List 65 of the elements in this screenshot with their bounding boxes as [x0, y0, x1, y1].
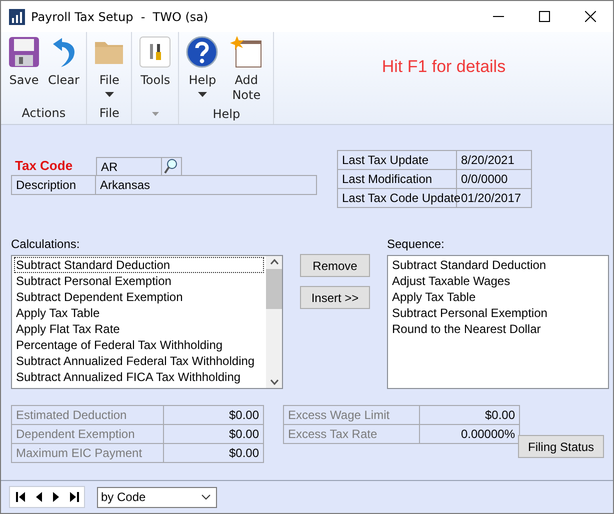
field-label: Excess Wage Limit	[284, 406, 420, 425]
amount-field: $0.00	[164, 444, 264, 463]
tools-icon	[139, 36, 172, 68]
group-label: Actions	[20, 105, 67, 122]
list-item[interactable]: Apply Tax Table	[14, 305, 264, 321]
list-item[interactable]: Subtract Annualized FICA Tax Withholding	[14, 369, 264, 385]
list-item[interactable]: Apply Flat Tax Rate	[14, 321, 264, 337]
scroll-down-icon[interactable]	[270, 379, 278, 385]
list-item[interactable]: Percentage of Federal Tax Withholding	[14, 337, 264, 353]
list-label: Calculations:	[11, 237, 81, 251]
date-value: 8/20/2021	[457, 151, 532, 170]
minimize-icon[interactable]	[492, 16, 504, 17]
close-icon[interactable]	[584, 11, 596, 22]
app-chart-icon	[9, 8, 25, 24]
lookup-button[interactable]	[162, 157, 182, 176]
date-value: 0/0/0000	[457, 170, 532, 189]
field-label: Tax Code	[14, 157, 74, 175]
field-label: Last Modification	[338, 170, 457, 189]
ribbon-button[interactable]: Add Note	[223, 34, 270, 105]
ribbon-button[interactable]: Clear	[45, 34, 82, 104]
action-button[interactable]: Insert >>	[300, 286, 370, 309]
filing-status-button[interactable]: Filing Status	[518, 435, 604, 458]
list-item[interactable]: Apply Tax Table	[390, 289, 606, 305]
help-icon	[186, 36, 218, 68]
amount-field: $0.00	[164, 406, 264, 425]
field-label: Excess Tax Rate	[284, 425, 420, 444]
description-field[interactable]: Arkansas	[96, 176, 317, 195]
amount-field: $0.00	[164, 425, 264, 444]
last-record-icon[interactable]	[70, 492, 78, 502]
hint-text: Hit F1 for details	[380, 56, 507, 78]
ribbon-button[interactable]: Help	[183, 34, 222, 105]
list-item[interactable]: Subtract Annualized Federal Tax Withholding	[14, 353, 264, 369]
field-label: Description	[12, 176, 96, 195]
list-item[interactable]: Subtract Personal Exemption	[390, 305, 606, 321]
list-item[interactable]: Round to the Nearest Dollar	[390, 321, 606, 337]
note-star-icon	[230, 36, 262, 68]
group-label: File	[98, 105, 120, 122]
list-item[interactable]: Subtract Standard Deduction	[390, 257, 606, 273]
sort-dropdown[interactable]: by Code	[97, 486, 217, 508]
group-label: Help	[212, 106, 242, 123]
window-title: Payroll Tax Setup - TWO (sa)	[31, 10, 210, 24]
ribbon-button[interactable]: Tools	[136, 34, 174, 104]
next-record-icon[interactable]	[52, 492, 58, 502]
list-item[interactable]: Subtract Standard Deduction	[14, 257, 264, 273]
first-record-icon[interactable]	[16, 492, 24, 502]
field-label: Last Tax Update	[338, 151, 457, 170]
list-label: Sequence:	[387, 237, 446, 251]
list-item[interactable]: Subtract Dependent Exemption	[14, 289, 264, 305]
sequence-list[interactable]: Subtract Standard Deduction Adjust Taxable Wages Apply Tax Table Subtract Personal Exemption Round to the Nearest Dollar	[387, 255, 609, 389]
action-button[interactable]: Remove	[300, 254, 370, 277]
list-item[interactable]: Subtract Personal Exemption	[14, 273, 264, 289]
ribbon-button[interactable]: File	[91, 34, 128, 104]
previous-record-icon[interactable]	[36, 492, 42, 502]
chevron-down-icon[interactable]	[201, 494, 211, 500]
field-label: Maximum EIC Payment	[12, 444, 164, 463]
scroll-up-icon[interactable]	[270, 259, 278, 265]
scrollbar[interactable]	[266, 256, 282, 388]
amount-field: $0.00	[420, 406, 520, 425]
field-label: Estimated Deduction	[12, 406, 164, 425]
calculations-list[interactable]	[11, 255, 283, 389]
field-label: Dependent Exemption	[12, 425, 164, 444]
tax-code-field[interactable]: AR	[96, 157, 162, 176]
ribbon-button[interactable]: Save	[5, 34, 43, 104]
list-item[interactable]: Adjust Taxable Wages	[390, 273, 606, 289]
maximize-icon[interactable]	[538, 11, 550, 22]
